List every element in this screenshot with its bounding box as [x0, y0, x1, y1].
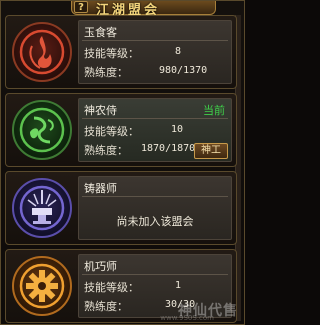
help-button[interactable]: ? [74, 1, 88, 13]
guild-card-chef[interactable]: 玉食客 技能等级： 8 熟练度： 980/1370 [5, 15, 237, 89]
current-badge: 当前 [203, 104, 225, 117]
skill-level-value: 1 [175, 280, 182, 291]
guild-panel: ? 江湖盟会 玉食客 技能等级： 8 熟练度： 980/1370 神农侍 当前 … [0, 0, 245, 325]
guild-name: 机巧师 [84, 260, 117, 273]
skill-level-label: 技能等级： [84, 281, 139, 294]
divider [82, 40, 228, 41]
proficiency-value: 1870/1870 [141, 143, 196, 154]
rank-button[interactable]: 神工 [194, 143, 228, 159]
skill-level-value: 10 [171, 124, 184, 135]
chef-flame-emblem-icon [12, 22, 72, 82]
guild-info-smith: 铸器师 尚未加入该盟会 [78, 176, 232, 240]
not-joined-message: 尚未加入该盟会 [116, 215, 194, 228]
watermark-url: www.9S0S.com [160, 314, 214, 322]
herbalist-emblem-icon [12, 100, 72, 160]
guild-info-herbalist: 神农侍 当前 技能等级： 10 熟练度： 1870/1870 神工 [78, 98, 232, 162]
guild-card-smith[interactable]: 铸器师 尚未加入该盟会 [5, 171, 237, 245]
skill-level-label: 技能等级： [84, 125, 139, 138]
skill-level-value: 8 [175, 46, 182, 57]
guild-name: 神农侍 [84, 104, 117, 117]
proficiency-label: 熟练度： [84, 300, 128, 313]
mechanic-gear-emblem-icon [12, 256, 72, 316]
divider [82, 196, 228, 197]
smith-anvil-emblem-icon [12, 178, 72, 238]
proficiency-label: 熟练度： [84, 66, 128, 79]
guild-name: 玉食客 [84, 26, 117, 39]
proficiency-value: 980/1370 [159, 65, 208, 76]
title-bar: ? 江湖盟会 [71, 1, 216, 18]
guild-name: 铸器师 [84, 182, 117, 195]
divider [82, 274, 228, 275]
skill-level-label: 技能等级： [84, 47, 139, 60]
proficiency-label: 熟练度： [84, 144, 128, 157]
guild-card-herbalist[interactable]: 神农侍 当前 技能等级： 10 熟练度： 1870/1870 神工 [5, 93, 237, 167]
divider [82, 118, 228, 119]
guild-info-chef: 玉食客 技能等级： 8 熟练度： 980/1370 [78, 20, 232, 84]
